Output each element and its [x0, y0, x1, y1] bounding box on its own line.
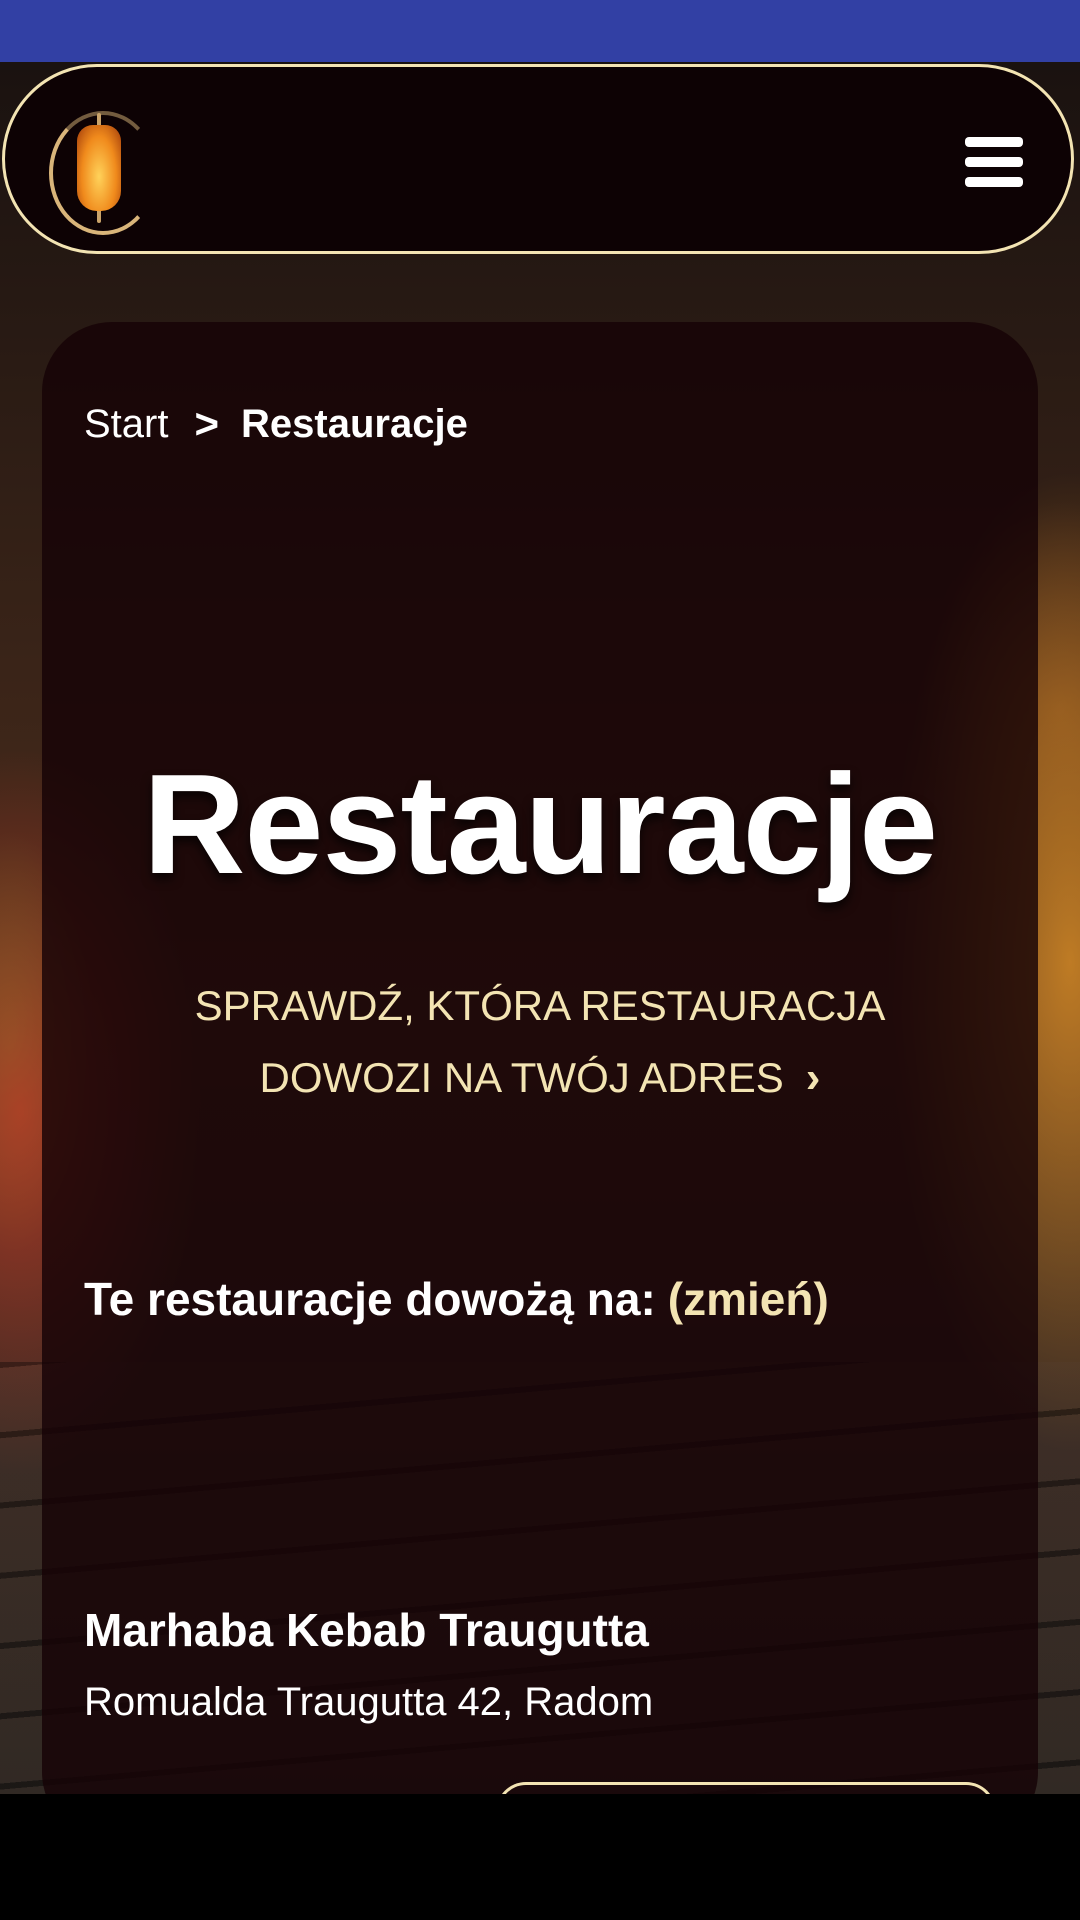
breadcrumb-current: Restauracje [241, 401, 468, 446]
status-bar [0, 0, 1080, 62]
kebab-logo-icon [77, 125, 121, 211]
delivery-address-row: Te restauracje dowożą na: (zmień) [84, 1264, 829, 1334]
check-address-line2: DOWOZI NA TWÓJ ADRES [259, 1054, 784, 1101]
restaurant-name[interactable]: Marhaba Kebab Traugutta [84, 1598, 649, 1662]
breadcrumb-separator: > [194, 400, 220, 447]
check-address-link[interactable]: SPRAWDŹ, KTÓRA RESTAURACJA DOWOZI NA TWÓ… [42, 970, 1038, 1114]
delivery-label: Te restauracje dowożą na: [84, 1273, 656, 1325]
chevron-right-icon: › [805, 1053, 821, 1102]
site-header [2, 64, 1074, 254]
system-navigation-bar [0, 1794, 1080, 1920]
menu-bar-bottom [965, 177, 1023, 187]
menu-bar-top [965, 137, 1023, 147]
change-address-link[interactable]: (zmień) [668, 1272, 829, 1326]
hamburger-menu-icon[interactable] [965, 137, 1031, 191]
breadcrumb-start-link[interactable]: Start [84, 402, 168, 447]
logo-link[interactable] [49, 111, 157, 235]
page-title: Restauracje [142, 745, 938, 905]
check-address-line1: SPRAWDŹ, KTÓRA RESTAURACJA [194, 982, 886, 1029]
restaurant-address: Romualda Traugutta 42, Radom [84, 1680, 654, 1724]
breadcrumb: Start > Restauracje [84, 394, 468, 454]
menu-bar-middle [965, 157, 1023, 167]
check-address-line2-wrap: DOWOZI NA TWÓJ ADRES › [42, 1042, 1038, 1114]
